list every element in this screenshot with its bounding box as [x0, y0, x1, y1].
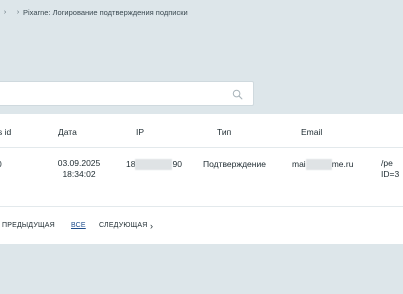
breadcrumb: › › Pixarne: Логирование подтверждения п…: [0, 5, 188, 19]
cell-date: 03.09.2025 18:34:02: [54, 158, 104, 180]
breadcrumb-current: Pixarne: Логирование подтверждения подпи…: [23, 7, 188, 17]
cell-email-start: mai: [292, 159, 306, 169]
cell-type: Подтверждение: [203, 159, 266, 169]
cell-ip: 18 90: [126, 159, 182, 171]
search-icon[interactable]: [232, 89, 243, 100]
column-header-date[interactable]: Дата: [58, 127, 77, 137]
log-table: s id Дата IP Тип Email 0 03.09.2025 18:3…: [0, 114, 403, 244]
chevron-right-icon: ›: [16, 8, 20, 16]
table-divider: [0, 147, 403, 148]
cell-id: 0: [0, 159, 2, 169]
redacted-mask: [305, 159, 332, 171]
cell-email-end: me.ru: [331, 159, 354, 169]
cell-date-time: 18:34:02: [62, 169, 96, 179]
column-header-ip[interactable]: IP: [136, 127, 144, 137]
cell-ip-start: 18: [126, 159, 136, 169]
search-input[interactable]: [3, 86, 227, 103]
cell-url-line1: /pe: [381, 158, 393, 168]
cell-date-day: 03.09.2025: [57, 158, 101, 168]
all-pages-link[interactable]: ВСЕ: [71, 222, 86, 229]
column-header-id[interactable]: s id: [0, 127, 11, 137]
search-box[interactable]: [0, 81, 254, 106]
cell-url[interactable]: /pe ID=3: [381, 158, 399, 180]
redacted-mask: [135, 159, 173, 171]
chevron-right-icon: ›: [3, 8, 7, 16]
column-header-email[interactable]: Email: [301, 127, 322, 137]
next-page-button[interactable]: СЛЕДУЮЩАЯ: [99, 222, 148, 229]
cell-email: mai me.ru: [292, 159, 354, 171]
cell-ip-end: 90: [172, 159, 182, 169]
cell-url-line2: ID=3: [381, 169, 400, 179]
column-header-type[interactable]: Тип: [217, 127, 231, 137]
prev-page-button[interactable]: ПРЕДЫДУЩАЯ: [2, 222, 55, 229]
table-divider: [0, 206, 403, 207]
chevron-right-icon[interactable]: ›: [150, 221, 153, 231]
